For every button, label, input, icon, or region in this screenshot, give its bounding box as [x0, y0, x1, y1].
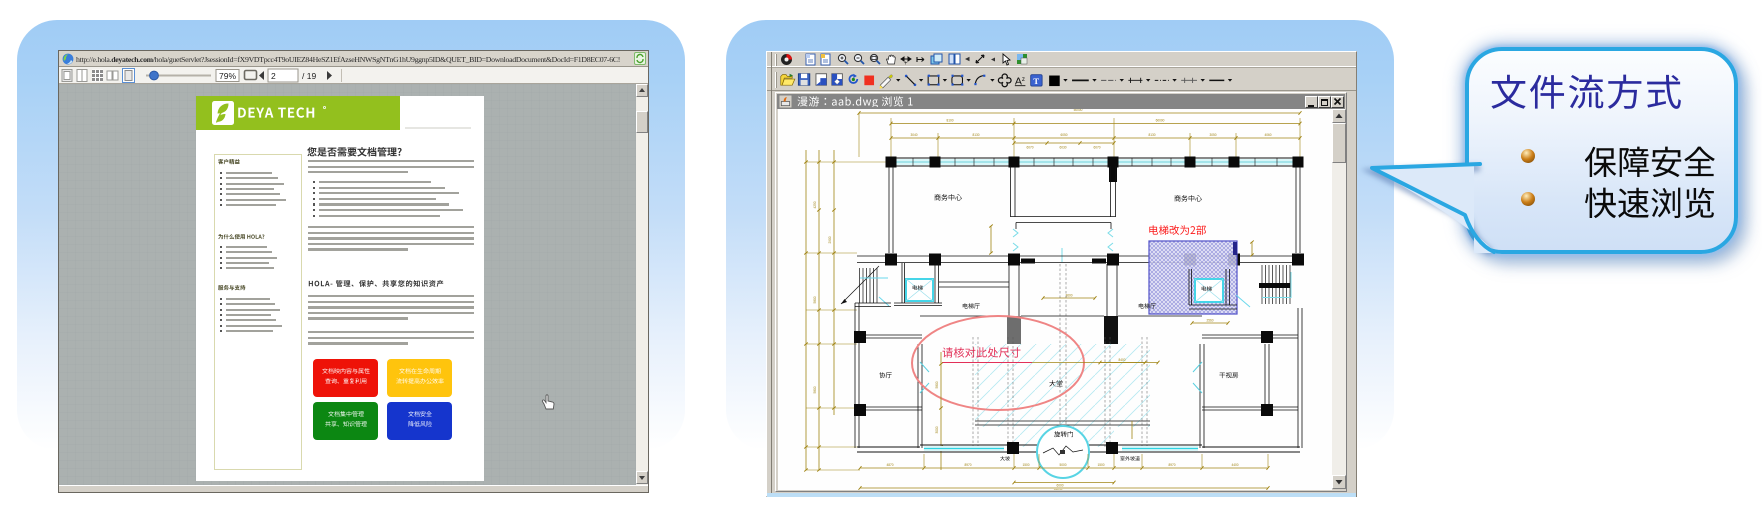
svg-text:5000: 5000 [1059, 463, 1066, 467]
svg-text:8970: 8970 [964, 463, 971, 467]
svg-text:15940: 15940 [1054, 488, 1063, 490]
svg-text:1500: 1500 [1022, 463, 1029, 467]
svg-text:8130: 8130 [1148, 133, 1155, 137]
svg-text:6070: 6070 [1093, 146, 1100, 150]
svg-text:4870: 4870 [886, 463, 893, 467]
svg-text:2560: 2560 [1206, 319, 1213, 323]
svg-text:50000: 50000 [1074, 109, 1083, 112]
svg-text:3000: 3000 [935, 426, 939, 433]
svg-text:3600: 3600 [1065, 294, 1072, 298]
svg-text:+: + [904, 61, 908, 67]
svg-text:5800: 5800 [813, 296, 817, 303]
svg-text:4250: 4250 [813, 201, 817, 208]
svg-text:3050: 3050 [1209, 133, 1216, 137]
svg-text:8100: 8100 [946, 119, 953, 123]
svg-text:z: z [1022, 76, 1025, 83]
svg-text:60000: 60000 [1156, 119, 1165, 123]
svg-text:2900: 2900 [828, 236, 832, 243]
svg-text:8400: 8400 [1118, 358, 1125, 362]
svg-text:/ 19: / 19 [302, 71, 316, 81]
svg-text:5800: 5800 [935, 381, 939, 388]
svg-text:8970: 8970 [1168, 463, 1175, 467]
svg-text:6050: 6050 [1060, 133, 1067, 137]
svg-text:2: 2 [271, 71, 276, 81]
svg-text:79%: 79% [219, 71, 236, 81]
svg-text:T: T [1033, 76, 1039, 86]
svg-text:6000: 6000 [1056, 483, 1063, 487]
svg-text:5800: 5800 [813, 386, 817, 393]
svg-text:4400: 4400 [1231, 463, 1238, 467]
svg-text:4060: 4060 [1264, 133, 1271, 137]
svg-text:1500: 1500 [1097, 463, 1104, 467]
svg-text:6070: 6070 [1026, 146, 1033, 150]
svg-text:6030: 6030 [1059, 146, 1066, 150]
svg-text:3040: 3040 [910, 133, 917, 137]
svg-text:8130: 8130 [972, 133, 979, 137]
